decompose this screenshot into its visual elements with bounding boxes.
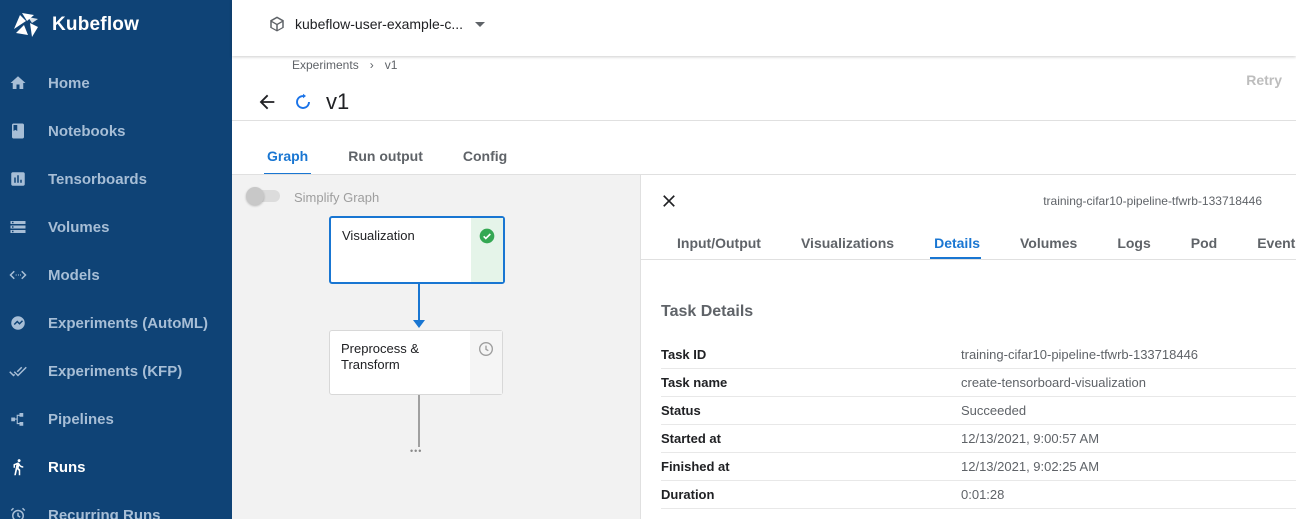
- home-icon: [8, 73, 28, 93]
- panel-run-id: training-cifar10-pipeline-tfwrb-13371844…: [1043, 194, 1262, 208]
- chevron-down-icon: [475, 21, 486, 27]
- breadcrumb: Experiments › v1: [292, 58, 397, 72]
- sidebar: Kubeflow Home Notebooks Tensorboards Vol…: [0, 0, 232, 519]
- tab-graph[interactable]: Graph: [263, 140, 312, 176]
- check-circle-icon: [479, 228, 495, 244]
- sidebar-item-experiments-automl[interactable]: Experiments (AutoML): [0, 299, 232, 347]
- tune-icon: [8, 313, 28, 333]
- sidebar-item-runs[interactable]: Runs: [0, 443, 232, 491]
- code-arrows-icon: [8, 265, 28, 285]
- detail-value: 12/13/2021, 9:00:57 AM: [961, 431, 1100, 446]
- detail-key: Task name: [661, 375, 728, 390]
- kubeflow-logo-icon: [14, 13, 38, 37]
- detail-key: Task ID: [661, 347, 707, 362]
- breadcrumb-current[interactable]: v1: [385, 58, 398, 72]
- node-label: Visualization: [342, 228, 415, 243]
- breadcrumb-experiments-link[interactable]: Experiments: [292, 58, 359, 72]
- simplify-graph-label: Simplify Graph: [294, 190, 380, 205]
- section-title: Task Details: [661, 303, 754, 320]
- table-row: Started at 12/13/2021, 9:00:57 AM: [661, 425, 1296, 453]
- toggle-thumb: [246, 187, 264, 205]
- table-row: Task ID training-cifar10-pipeline-tfwrb-…: [661, 341, 1296, 369]
- sidebar-item-models[interactable]: Models: [0, 251, 232, 299]
- alarm-icon: [8, 505, 28, 519]
- detail-value: training-cifar10-pipeline-tfwrb-13371844…: [961, 347, 1199, 362]
- tab-config[interactable]: Config: [463, 140, 507, 176]
- close-icon[interactable]: [659, 191, 679, 211]
- sidebar-item-label: Runs: [48, 458, 86, 476]
- pipeline-icon: [8, 409, 28, 429]
- panel-tabs-divider: [641, 259, 1296, 260]
- detail-key: Finished at: [661, 459, 730, 474]
- brand[interactable]: Kubeflow: [10, 9, 139, 41]
- tab-logs[interactable]: Logs: [1117, 235, 1150, 260]
- sidebar-item-label: Tensorboards: [48, 170, 147, 188]
- run-icon: [8, 457, 28, 477]
- sidebar-item-tensorboards[interactable]: Tensorboards: [0, 155, 232, 203]
- breadcrumb-separator-icon: ›: [369, 58, 374, 72]
- detail-value: 0:01:28: [961, 487, 1005, 502]
- brand-name: Kubeflow: [52, 14, 140, 35]
- header-divider: [232, 120, 1296, 121]
- tab-events[interactable]: Events: [1257, 235, 1296, 260]
- sidebar-item-label: Home: [48, 74, 90, 92]
- tab-input-output[interactable]: Input/Output: [677, 235, 761, 260]
- namespace-label: kubeflow-user-example-c...: [295, 16, 464, 32]
- detail-value: Succeeded: [961, 403, 1027, 418]
- clock-icon: [479, 342, 493, 356]
- sidebar-item-label: Notebooks: [48, 122, 126, 140]
- detail-value: create-tensorboard-visualization: [961, 375, 1146, 390]
- node-status: [470, 331, 502, 394]
- detail-key: Duration: [661, 487, 715, 502]
- main-content: Experiments › v1 v1 Retry Graph Run outp…: [232, 56, 1296, 519]
- more-nodes-indicator: •••: [410, 446, 423, 456]
- tab-pod[interactable]: Pod: [1191, 235, 1217, 260]
- sidebar-item-label: Recurring Runs: [48, 506, 161, 519]
- notebook-icon: [8, 121, 28, 141]
- sidebar-item-experiments-kfp[interactable]: Experiments (KFP): [0, 347, 232, 395]
- table-row: Status Succeeded: [661, 397, 1296, 425]
- running-status-icon: [296, 93, 310, 109]
- table-row: Duration 0:01:28: [661, 481, 1296, 509]
- sidebar-item-label: Volumes: [48, 218, 110, 236]
- sidebar-item-label: Experiments (KFP): [48, 362, 183, 380]
- pipeline-graph: Simplify Graph Visualization Preprocess …: [232, 174, 640, 519]
- table-row: Finished at 12/13/2021, 9:02:25 AM: [661, 453, 1296, 481]
- task-details-table: Task ID training-cifar10-pipeline-tfwrb-…: [661, 341, 1296, 509]
- detail-key: Started at: [661, 431, 721, 446]
- simplify-graph-toggle[interactable]: [246, 187, 280, 205]
- storage-icon: [8, 217, 28, 237]
- tab-visualizations[interactable]: Visualizations: [801, 235, 894, 260]
- done-all-icon: [8, 361, 28, 381]
- retry-button[interactable]: Retry: [1246, 72, 1282, 88]
- back-arrow-icon[interactable]: [256, 91, 278, 113]
- table-row: Task name create-tensorboard-visualizati…: [661, 369, 1296, 397]
- detail-value: 12/13/2021, 9:02:25 AM: [961, 459, 1100, 474]
- task-details-panel: training-cifar10-pipeline-tfwrb-13371844…: [640, 174, 1296, 519]
- main-tabs: Graph Run output Config: [256, 140, 547, 176]
- top-bar: kubeflow-user-example-c...: [232, 0, 1296, 56]
- cube-icon: [270, 16, 284, 32]
- tab-volumes[interactable]: Volumes: [1020, 235, 1077, 260]
- node-label: Preprocess & Transform: [341, 341, 420, 372]
- sidebar-item-notebooks[interactable]: Notebooks: [0, 107, 232, 155]
- detail-key: Status: [661, 403, 701, 418]
- sidebar-item-pipelines[interactable]: Pipelines: [0, 395, 232, 443]
- node-status: [471, 218, 503, 282]
- sidebar-item-volumes[interactable]: Volumes: [0, 203, 232, 251]
- namespace-selector[interactable]: kubeflow-user-example-c...: [268, 12, 486, 36]
- tab-run-output[interactable]: Run output: [348, 140, 423, 176]
- sidebar-item-home[interactable]: Home: [0, 59, 232, 107]
- sidebar-item-recurring-runs[interactable]: Recurring Runs: [0, 491, 232, 519]
- sidebar-item-label: Pipelines: [48, 410, 114, 428]
- graph-node-visualization[interactable]: Visualization: [329, 216, 505, 284]
- panel-tabs: Input/Output Visualizations Details Volu…: [677, 235, 1296, 260]
- sidebar-item-label: Models: [48, 266, 100, 284]
- graph-node-preprocess-transform[interactable]: Preprocess & Transform: [329, 330, 503, 395]
- tab-details[interactable]: Details: [930, 235, 981, 260]
- page-title: v1: [326, 89, 350, 114]
- chart-icon: [8, 169, 28, 189]
- title-row: v1: [256, 88, 349, 116]
- sidebar-item-label: Experiments (AutoML): [48, 314, 209, 332]
